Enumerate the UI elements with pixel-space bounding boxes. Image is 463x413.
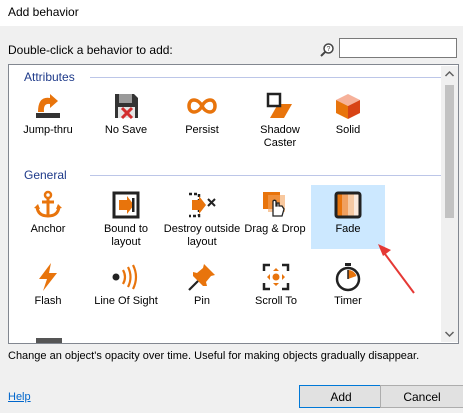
no-save-icon (115, 94, 138, 120)
behavior-anchor[interactable]: Anchor (11, 185, 85, 249)
behavior-label: Anchor (30, 223, 66, 235)
title-bar: Add behavior (0, 0, 463, 26)
behavior-label: Scroll To (255, 295, 297, 307)
behavior-destroy-outside-layout[interactable]: Destroy outside layout (161, 185, 243, 249)
behavior-label: Bound to layout (103, 223, 149, 248)
behavior-label: Line Of Sight (94, 295, 158, 307)
scrollbar-thumb[interactable] (445, 85, 454, 218)
behavior-label: Flash (34, 295, 62, 307)
group-divider (90, 175, 442, 176)
add-button[interactable]: Add (299, 385, 383, 408)
behavior-label: Pin (194, 295, 210, 307)
persist-icon (187, 98, 217, 114)
fade-icon (334, 191, 362, 219)
behavior-bound-to-layout[interactable]: Bound to layout (89, 185, 163, 249)
behavior-label: Jump-thru (23, 124, 73, 136)
behavior-label: Drag & Drop (244, 223, 306, 235)
help-link[interactable]: Help (8, 391, 31, 403)
scrollbar[interactable] (441, 66, 458, 342)
behavior-shadow-caster[interactable]: Shadow Caster (243, 86, 317, 150)
anchor-icon (34, 190, 62, 218)
solid-icon (336, 94, 360, 119)
jump-thru-icon (36, 94, 60, 118)
annotation-arrow-icon (378, 244, 415, 294)
behavior-label: Solid (335, 124, 361, 136)
destroy-outside-layout-icon (189, 192, 216, 218)
behavior-label: Fade (335, 223, 361, 235)
window-title: Add behavior (8, 5, 79, 19)
behavior-label: No Save (104, 124, 148, 136)
scroll-up-icon[interactable] (441, 66, 458, 83)
search-prompt: Double-click a behavior to add: (8, 43, 173, 57)
bound-to-layout-icon (112, 191, 140, 219)
behavior-persist[interactable]: Persist (165, 86, 239, 150)
behavior-no-save[interactable]: No Save (89, 86, 163, 150)
behavior-jump-thru[interactable]: Jump-thru (11, 86, 85, 150)
behavior-label: Shadow Caster (260, 124, 300, 149)
behavior-label: Destroy outside layout (163, 223, 241, 248)
behavior-pin[interactable]: Pin (165, 257, 239, 321)
behavior-label: Persist (185, 124, 219, 136)
shadow-caster-icon (266, 92, 292, 118)
scroll-to-icon (262, 263, 290, 291)
behavior-solid[interactable]: Solid (311, 86, 385, 150)
search-input[interactable] (339, 38, 457, 58)
line-of-sight-icon (112, 264, 138, 290)
drag-drop-icon (263, 192, 285, 217)
behavior-flash[interactable]: Flash (11, 257, 85, 321)
search-icon[interactable]: ? (319, 42, 335, 58)
behavior-drag-drop[interactable]: Drag & Drop (235, 185, 315, 249)
group-title-attributes: Attributes (24, 70, 75, 84)
behavior-scroll-to[interactable]: Scroll To (239, 257, 313, 321)
behavior-label: Timer (334, 295, 362, 307)
pin-icon (188, 264, 215, 291)
behavior-description: Change an object's opacity over time. Us… (8, 350, 420, 362)
svg-text:?: ? (327, 46, 331, 53)
cancel-button[interactable]: Cancel (380, 385, 463, 408)
group-divider (90, 77, 442, 78)
scroll-down-icon[interactable] (441, 325, 458, 342)
behavior-line-of-sight[interactable]: Line Of Sight (89, 257, 163, 321)
next-row-icon-partial (36, 338, 62, 343)
group-title-general: General (24, 168, 67, 182)
flash-icon (39, 263, 57, 291)
behavior-list[interactable]: Attributes Jump-thru No Save Persist Sha… (8, 64, 459, 344)
timer-icon (335, 263, 361, 292)
